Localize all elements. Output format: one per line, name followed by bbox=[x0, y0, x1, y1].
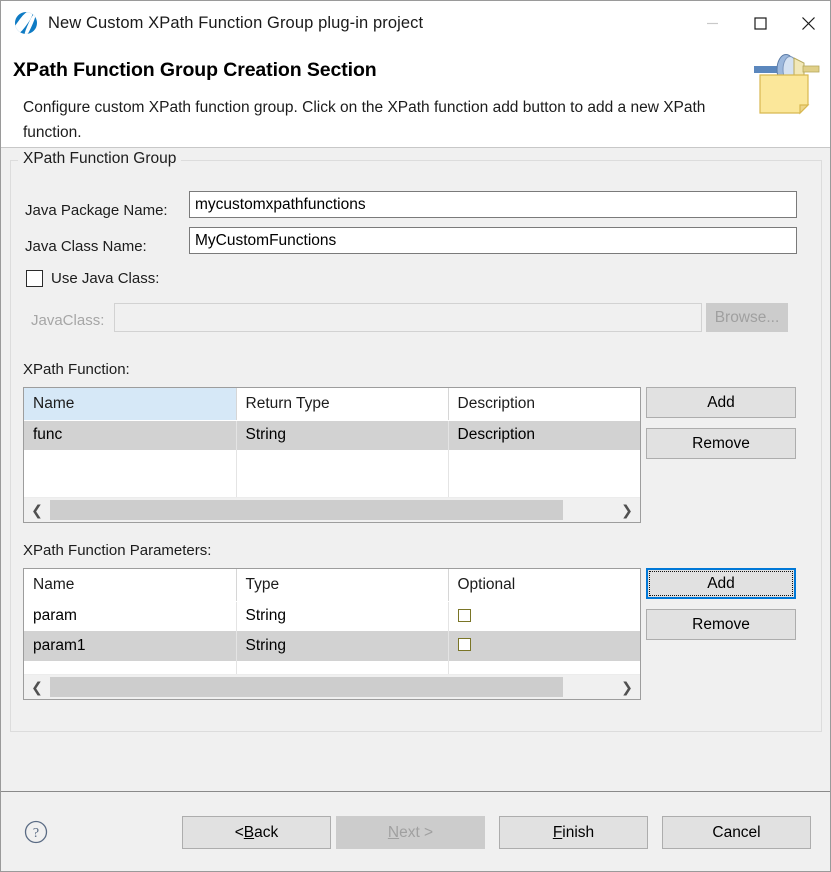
browse-button[interactable]: Browse... bbox=[706, 303, 788, 332]
cell-param-optional bbox=[448, 631, 640, 661]
xpath-function-table[interactable]: Name Return Type Description func String… bbox=[23, 387, 641, 523]
parameter-add-label: Add bbox=[707, 575, 735, 593]
scrollbar-track[interactable] bbox=[50, 675, 614, 699]
use-java-class-checkbox[interactable]: Use Java Class: bbox=[26, 270, 159, 287]
horizontal-scrollbar[interactable]: ❮ ❯ bbox=[24, 674, 640, 699]
cell-empty bbox=[236, 450, 448, 480]
finish-suffix: inish bbox=[562, 824, 594, 842]
wizard-header: XPath Function Group Creation Section Co… bbox=[1, 45, 831, 148]
cell-param-type: String bbox=[236, 631, 448, 661]
checkbox-box-icon bbox=[26, 270, 43, 287]
java-package-name-input[interactable]: mycustomxpathfunctions bbox=[189, 191, 797, 218]
plugin-folder-icon bbox=[746, 49, 824, 121]
java-class-path-input[interactable] bbox=[114, 303, 702, 332]
scrollbar-thumb[interactable] bbox=[50, 500, 563, 520]
column-header-name[interactable]: Name bbox=[24, 569, 236, 601]
chevron-left-icon[interactable]: ❮ bbox=[24, 675, 50, 699]
next-accel: N bbox=[388, 824, 399, 842]
java-package-name-label: Java Package Name: bbox=[25, 202, 168, 219]
java-class-name-label: Java Class Name: bbox=[25, 238, 147, 255]
cell-param-name: param1 bbox=[24, 631, 236, 661]
java-class-browse-label: JavaClass: bbox=[31, 312, 104, 329]
function-add-button[interactable]: Add bbox=[646, 387, 796, 418]
cell-function-name: func bbox=[24, 420, 236, 450]
scrollbar-track[interactable] bbox=[50, 498, 614, 522]
cell-empty bbox=[448, 450, 640, 480]
xpath-function-parameters-label: XPath Function Parameters: bbox=[23, 542, 211, 559]
horizontal-scrollbar[interactable]: ❮ ❯ bbox=[24, 497, 640, 522]
parameter-remove-button[interactable]: Remove bbox=[646, 609, 796, 640]
column-header-description[interactable]: Description bbox=[448, 388, 640, 420]
page-description: Configure custom XPath function group. C… bbox=[23, 95, 738, 145]
cell-function-description: Description bbox=[448, 420, 640, 450]
optional-checkbox[interactable] bbox=[458, 609, 471, 622]
close-icon[interactable] bbox=[784, 1, 831, 45]
cell-empty bbox=[24, 450, 236, 480]
wizard-dialog: New Custom XPath Function Group plug-in … bbox=[0, 0, 831, 872]
table-row[interactable]: func String Description bbox=[24, 420, 640, 450]
cell-function-return-type: String bbox=[236, 420, 448, 450]
next-button[interactable]: Next > bbox=[336, 816, 485, 849]
window-controls bbox=[688, 1, 831, 45]
svg-text:?: ? bbox=[33, 826, 39, 841]
oxygen-logo-icon bbox=[15, 12, 37, 34]
help-question-icon[interactable]: ? bbox=[23, 819, 49, 845]
page-title: XPath Function Group Creation Section bbox=[13, 59, 377, 82]
column-header-return-type[interactable]: Return Type bbox=[236, 388, 448, 420]
wizard-content: XPath Function Group Java Package Name: … bbox=[1, 148, 831, 791]
back-button[interactable]: < Back bbox=[182, 816, 331, 849]
minimize-icon[interactable] bbox=[688, 1, 736, 45]
xpath-function-label: XPath Function: bbox=[23, 361, 130, 378]
table-row[interactable]: param1 String bbox=[24, 631, 640, 661]
table-row[interactable]: param String bbox=[24, 601, 640, 631]
column-header-type[interactable]: Type bbox=[236, 569, 448, 601]
maximize-icon[interactable] bbox=[736, 1, 784, 45]
table-empty-row bbox=[24, 450, 640, 480]
parameter-add-button[interactable]: Add bbox=[646, 568, 796, 599]
scrollbar-thumb[interactable] bbox=[50, 677, 563, 697]
title-bar: New Custom XPath Function Group plug-in … bbox=[1, 1, 831, 45]
back-suffix: ack bbox=[254, 824, 278, 842]
back-prefix: < bbox=[235, 824, 244, 842]
chevron-right-icon[interactable]: ❯ bbox=[614, 498, 640, 522]
cell-param-name: param bbox=[24, 601, 236, 631]
column-header-optional[interactable]: Optional bbox=[448, 569, 640, 601]
group-legend: XPath Function Group bbox=[18, 150, 181, 168]
table-header-row: Name Type Optional bbox=[24, 569, 640, 601]
chevron-right-icon[interactable]: ❯ bbox=[614, 675, 640, 699]
column-header-name[interactable]: Name bbox=[24, 388, 236, 420]
function-remove-button[interactable]: Remove bbox=[646, 428, 796, 459]
use-java-class-label: Use Java Class: bbox=[51, 270, 159, 287]
optional-checkbox[interactable] bbox=[458, 638, 471, 651]
back-accel: B bbox=[244, 824, 254, 842]
cancel-button[interactable]: Cancel bbox=[662, 816, 811, 849]
cell-param-optional bbox=[448, 601, 640, 631]
table-header-row: Name Return Type Description bbox=[24, 388, 640, 420]
finish-accel: F bbox=[553, 824, 562, 842]
cell-param-type: String bbox=[236, 601, 448, 631]
window-title: New Custom XPath Function Group plug-in … bbox=[48, 14, 423, 33]
chevron-left-icon[interactable]: ❮ bbox=[24, 498, 50, 522]
next-suffix: ext > bbox=[399, 824, 433, 842]
finish-button[interactable]: Finish bbox=[499, 816, 648, 849]
java-class-name-input[interactable]: MyCustomFunctions bbox=[189, 227, 797, 254]
xpath-function-parameters-table[interactable]: Name Type Optional param String param1 S… bbox=[23, 568, 641, 700]
